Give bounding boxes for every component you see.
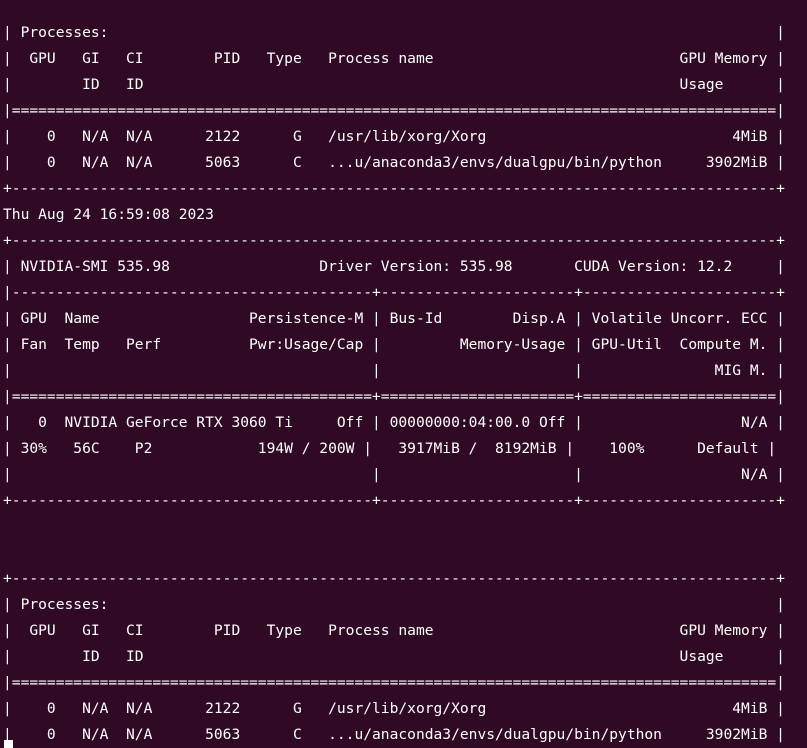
terminal-line: | 0 N/A N/A 2122 G /usr/lib/xorg/Xorg 4M…: [3, 700, 785, 717]
terminal-line: +---------------------------------------…: [3, 570, 785, 587]
terminal-line: |=======================================…: [3, 102, 785, 119]
terminal-line: +---------------------------------------…: [3, 232, 785, 249]
terminal-line: | | | N/A |: [3, 466, 785, 483]
terminal-line: | Processes: |: [3, 596, 785, 613]
terminal-line: | 0 N/A N/A 5063 C ...u/anaconda3/envs/d…: [3, 726, 785, 743]
terminal-line: | 0 N/A N/A 2122 G /usr/lib/xorg/Xorg 4M…: [3, 128, 785, 145]
terminal-line: |---------------------------------------…: [3, 284, 785, 301]
terminal-line: | NVIDIA-SMI 535.98 Driver Version: 535.…: [3, 258, 785, 275]
terminal-output: | Processes: | | GPU GI CI PID Type Proc…: [3, 20, 785, 748]
text-cursor: [4, 740, 13, 748]
terminal-line: |=======================================…: [3, 674, 785, 691]
terminal-line: | ID ID Usage |: [3, 76, 785, 93]
terminal-line: | | | MIG M. |: [3, 362, 785, 379]
terminal-line: | GPU GI CI PID Type Process name GPU Me…: [3, 50, 785, 67]
terminal-line: | GPU GI CI PID Type Process name GPU Me…: [3, 622, 785, 639]
terminal-line: | 0 N/A N/A 5063 C ...u/anaconda3/envs/d…: [3, 154, 785, 171]
terminal-line: +---------------------------------------…: [3, 180, 785, 197]
terminal-line: | Fan Temp Perf Pwr:Usage/Cap | Memory-U…: [3, 336, 785, 353]
terminal-line: | Processes: |: [3, 24, 785, 41]
terminal-line: | 0 NVIDIA GeForce RTX 3060 Ti Off | 000…: [3, 414, 785, 431]
terminal-line: | 30% 56C P2 194W / 200W | 3917MiB / 819…: [3, 440, 777, 457]
terminal-line: Thu Aug 24 16:59:08 2023: [3, 206, 214, 223]
terminal-line: | GPU Name Persistence-M | Bus-Id Disp.A…: [3, 310, 785, 327]
terminal-window[interactable]: | Processes: | | GPU GI CI PID Type Proc…: [0, 0, 807, 748]
terminal-line: |=======================================…: [3, 388, 785, 405]
terminal-line: +---------------------------------------…: [3, 492, 785, 509]
terminal-line: | ID ID Usage |: [3, 648, 785, 665]
